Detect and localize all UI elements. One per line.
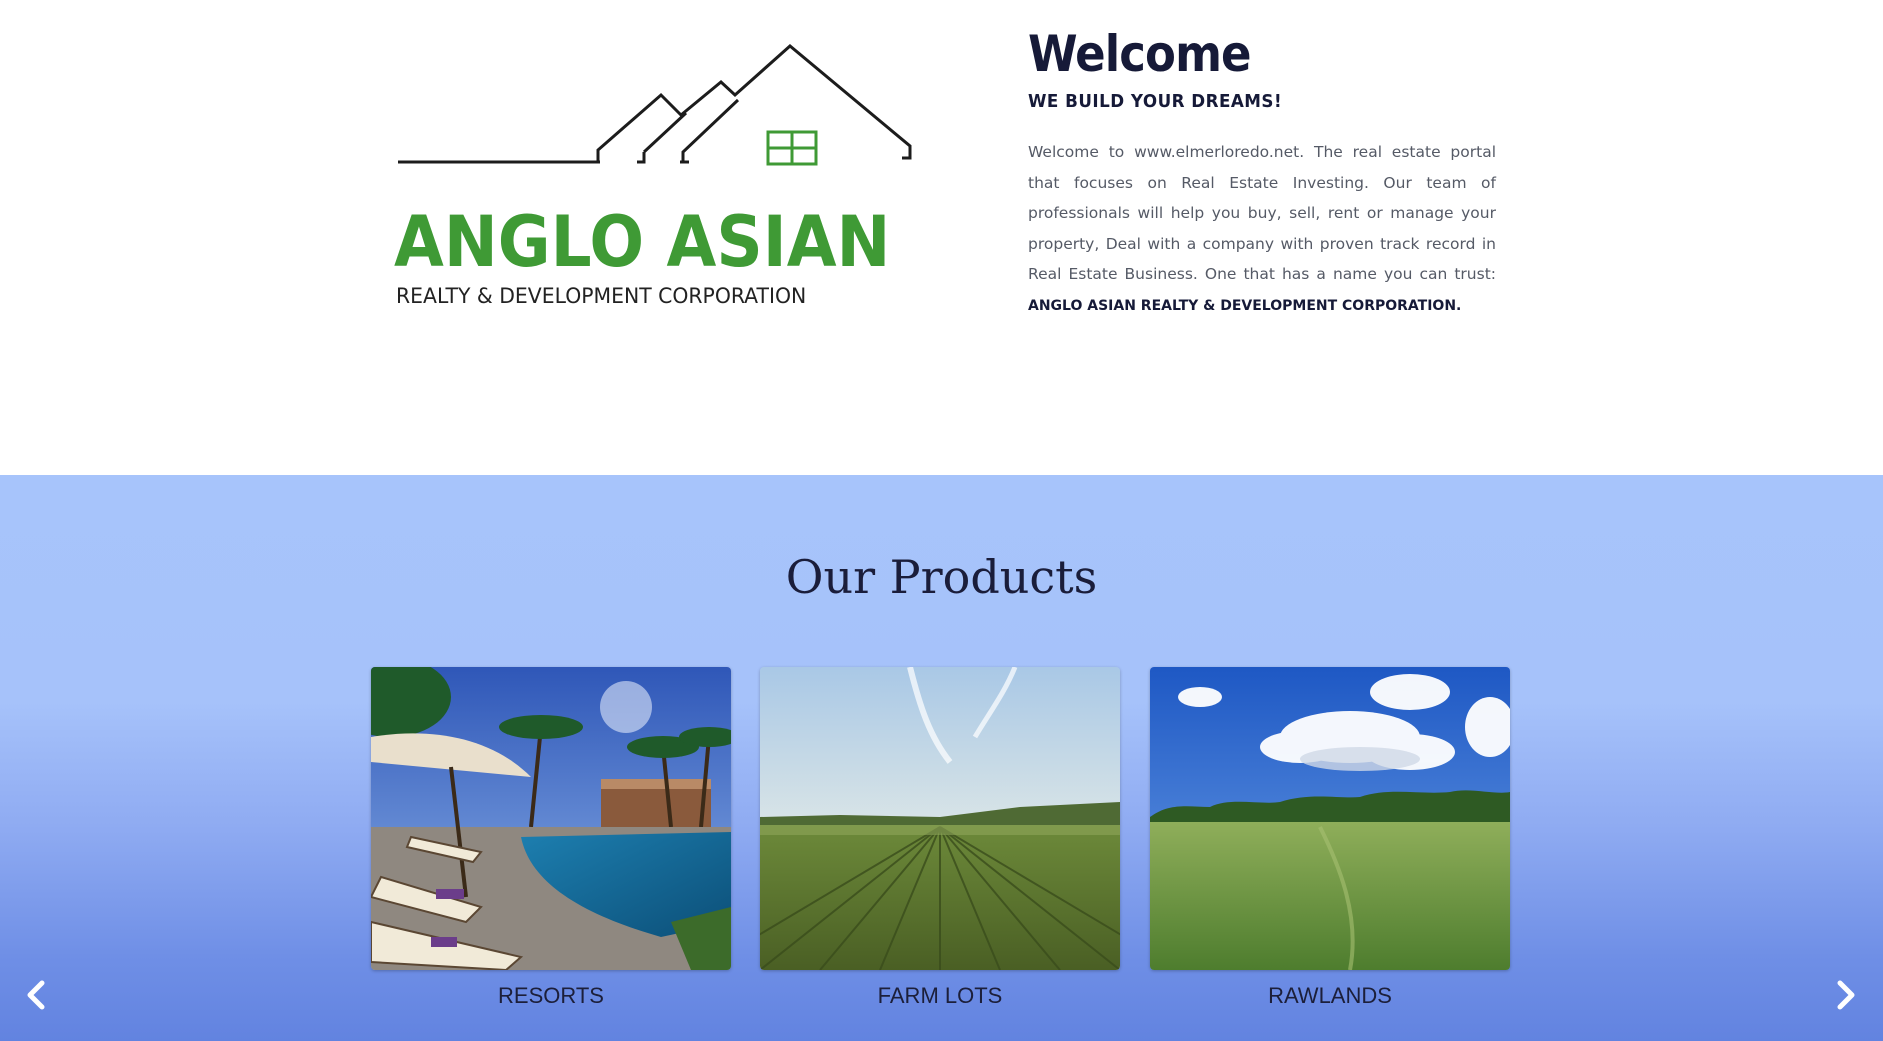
products-title: Our Products [785, 550, 1098, 604]
welcome-subtitle: WE BUILD YOUR DREAMS! [1028, 91, 1283, 112]
rawland-image[interactable] [1150, 667, 1510, 970]
welcome-title: Welcome [1028, 25, 1252, 83]
product-label-resorts[interactable]: RESORTS [371, 981, 731, 1011]
product-card-rawlands[interactable]: RAWLANDS [1150, 667, 1510, 1008]
company-logo[interactable]: ANGLO ASIAN REALTY & DEVELOPMENT CORPORA… [390, 40, 920, 308]
carousel-prev-button[interactable] [16, 975, 56, 1015]
product-label-farm-lots[interactable]: FARM LOTS [760, 981, 1120, 1011]
welcome-paragraph: Welcome to www.elmerloredo.net. The real… [1028, 137, 1496, 321]
welcome-section: ANGLO ASIAN REALTY & DEVELOPMENT CORPORA… [0, 0, 1883, 475]
resort-image[interactable] [371, 667, 731, 970]
company-name-highlight: ANGLO ASIAN REALTY & DEVELOPMENT CORPORA… [1028, 297, 1462, 314]
product-label-rawlands[interactable]: RAWLANDS [1150, 981, 1510, 1011]
house-roof-icon [398, 44, 912, 166]
logo-tagline: REALTY & DEVELOPMENT CORPORATION [396, 284, 807, 308]
product-card-resorts[interactable]: RESORTS [371, 667, 731, 1008]
welcome-body-text: Welcome to www.elmerloredo.net. The real… [1028, 143, 1496, 283]
chevron-left-icon [27, 980, 45, 1010]
farm-lot-image[interactable] [760, 667, 1120, 970]
carousel-next-button[interactable] [1826, 975, 1866, 1015]
logo-brand-name: ANGLO ASIAN [394, 201, 891, 283]
products-section: Our Products RESORTS FARM LOTS RAWLANDS [0, 475, 1883, 1041]
chevron-right-icon [1837, 980, 1855, 1010]
product-card-farm-lots[interactable]: FARM LOTS [760, 667, 1120, 1008]
